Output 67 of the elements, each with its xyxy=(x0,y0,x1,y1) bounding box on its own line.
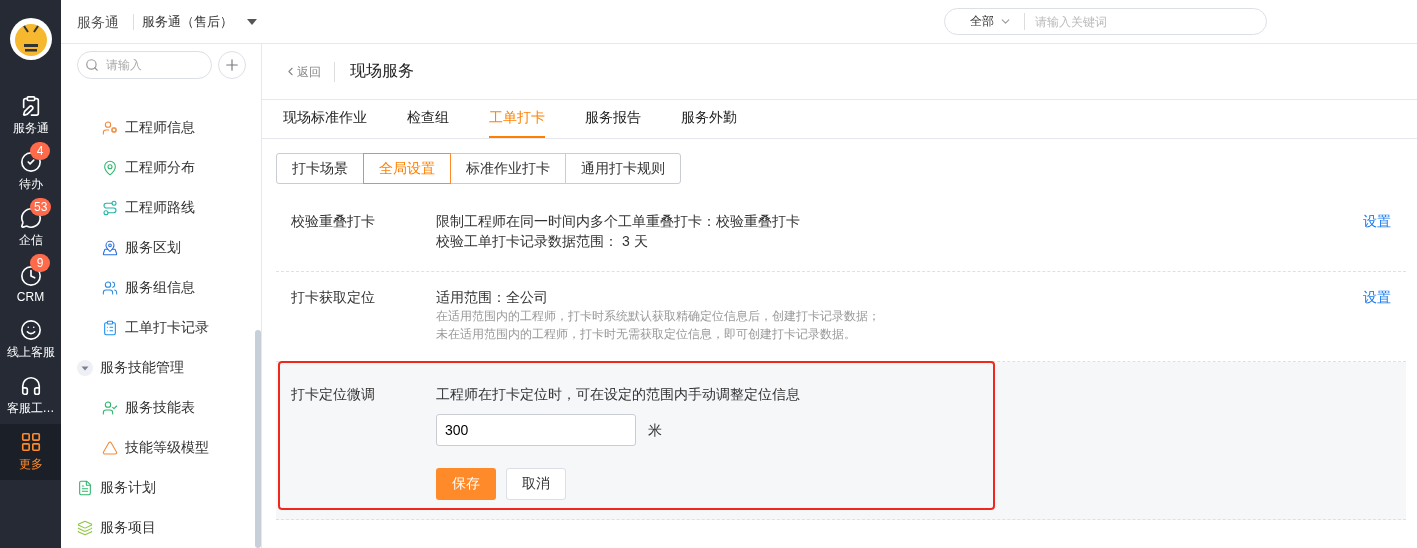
menu-item[interactable]: 服务技能表 xyxy=(102,388,195,428)
rail-item[interactable]: CRM 9 xyxy=(0,256,61,312)
menu-group[interactable]: 服务技能管理 xyxy=(77,348,184,388)
count-badge: 4 xyxy=(30,142,50,160)
users-icon xyxy=(102,280,118,296)
page-title: 现场服务 xyxy=(350,61,414,81)
rail-item[interactable]: 更多 xyxy=(0,424,61,480)
headphones-icon xyxy=(19,375,42,397)
count-badge: 53 xyxy=(30,198,52,216)
setting-text: 限制工程师在同一时间内多个工单重叠打卡：校验重叠打卡 xyxy=(436,212,801,231)
app-switcher[interactable]: 服务通（售后） xyxy=(142,12,257,31)
map-pinned-icon xyxy=(102,240,118,256)
unit-label: 米 xyxy=(648,421,662,440)
back-link[interactable]: 返回 xyxy=(284,61,335,82)
menu-item[interactable]: 工程师信息 xyxy=(102,108,195,148)
setting-label: 打卡获取定位 xyxy=(291,288,376,307)
menu-item[interactable]: 服务计划 xyxy=(77,468,156,508)
tab[interactable]: 现场标准作业 xyxy=(283,100,367,138)
triangle-icon xyxy=(102,440,118,456)
menu-item[interactable]: 服务区划 xyxy=(102,228,181,268)
mascot-logo xyxy=(9,18,52,60)
app-name: 服务通 xyxy=(77,13,134,30)
segment-tab[interactable]: 打卡场景 xyxy=(276,153,364,184)
document-icon xyxy=(77,480,93,496)
add-button[interactable] xyxy=(218,51,246,79)
rail-item[interactable]: 服务通 xyxy=(0,88,61,144)
rail-item[interactable]: 线上客服 xyxy=(0,312,61,368)
menu-item[interactable]: 技能等级模型 xyxy=(102,428,209,468)
segment-tab[interactable]: 通用打卡规则 xyxy=(565,153,681,184)
hint-text: 未在适用范围内的工程师，打卡时无需获取定位信息，即可创建打卡记录数据。 xyxy=(436,326,857,343)
search-icon xyxy=(85,58,99,72)
tab[interactable]: 检查组 xyxy=(407,100,449,138)
tab[interactable]: 服务报告 xyxy=(585,100,641,138)
hint-text: 在适用范围内的工程师，打卡时系统默认获取精确定位信息后，创建打卡记录数据； xyxy=(436,308,881,325)
rail-item[interactable]: 客服工… xyxy=(0,368,61,424)
keyword-input[interactable]: 请输入关键词 xyxy=(1033,13,1233,30)
menu-item[interactable]: 工程师路线 xyxy=(102,188,195,228)
clipboard-icon xyxy=(102,320,118,336)
rail-item[interactable]: 待办 4 xyxy=(0,144,61,200)
settings-link[interactable]: 设置 xyxy=(1363,287,1391,343)
settings-link[interactable]: 设置 xyxy=(1363,211,1391,253)
setting-text: 校验工单打卡记录数据范围： 3 天 xyxy=(436,232,649,251)
setting-label: 打卡定位微调 xyxy=(291,385,376,404)
scope-dropdown[interactable]: 全部 xyxy=(970,13,1025,30)
setting-label: 校验重叠打卡 xyxy=(291,212,376,231)
menu-item[interactable]: 服务组信息 xyxy=(102,268,195,308)
count-badge: 9 xyxy=(30,254,50,272)
setting-text: 工程师在打卡定位时，可在设定的范围内手动调整定位信息 xyxy=(436,385,801,404)
map-pin-icon xyxy=(102,160,118,176)
menu-item[interactable]: 服务项目 xyxy=(77,508,156,548)
plus-icon xyxy=(223,56,241,74)
segment-tab[interactable]: 标准作业打卡 xyxy=(450,153,566,184)
user-gear-icon xyxy=(102,120,118,136)
distance-input[interactable]: 300 xyxy=(436,414,636,446)
user-check-icon xyxy=(102,400,118,416)
cancel-button[interactable]: 取消 xyxy=(506,468,566,500)
tab[interactable]: 服务外勤 xyxy=(681,100,737,138)
route-icon xyxy=(102,200,118,216)
layers-icon xyxy=(77,520,93,536)
rail-item[interactable]: 企信 53 xyxy=(0,200,61,256)
setting-text: 适用范围：全公司 xyxy=(436,288,549,307)
menu-item[interactable]: 工程师分布 xyxy=(102,148,195,188)
caret-down-icon xyxy=(247,18,257,25)
menu-search-field[interactable]: 请输入 xyxy=(77,51,212,79)
grid-icon xyxy=(19,431,42,453)
smile-icon xyxy=(19,319,42,341)
menu-item[interactable]: 工单打卡记录 xyxy=(102,308,209,348)
